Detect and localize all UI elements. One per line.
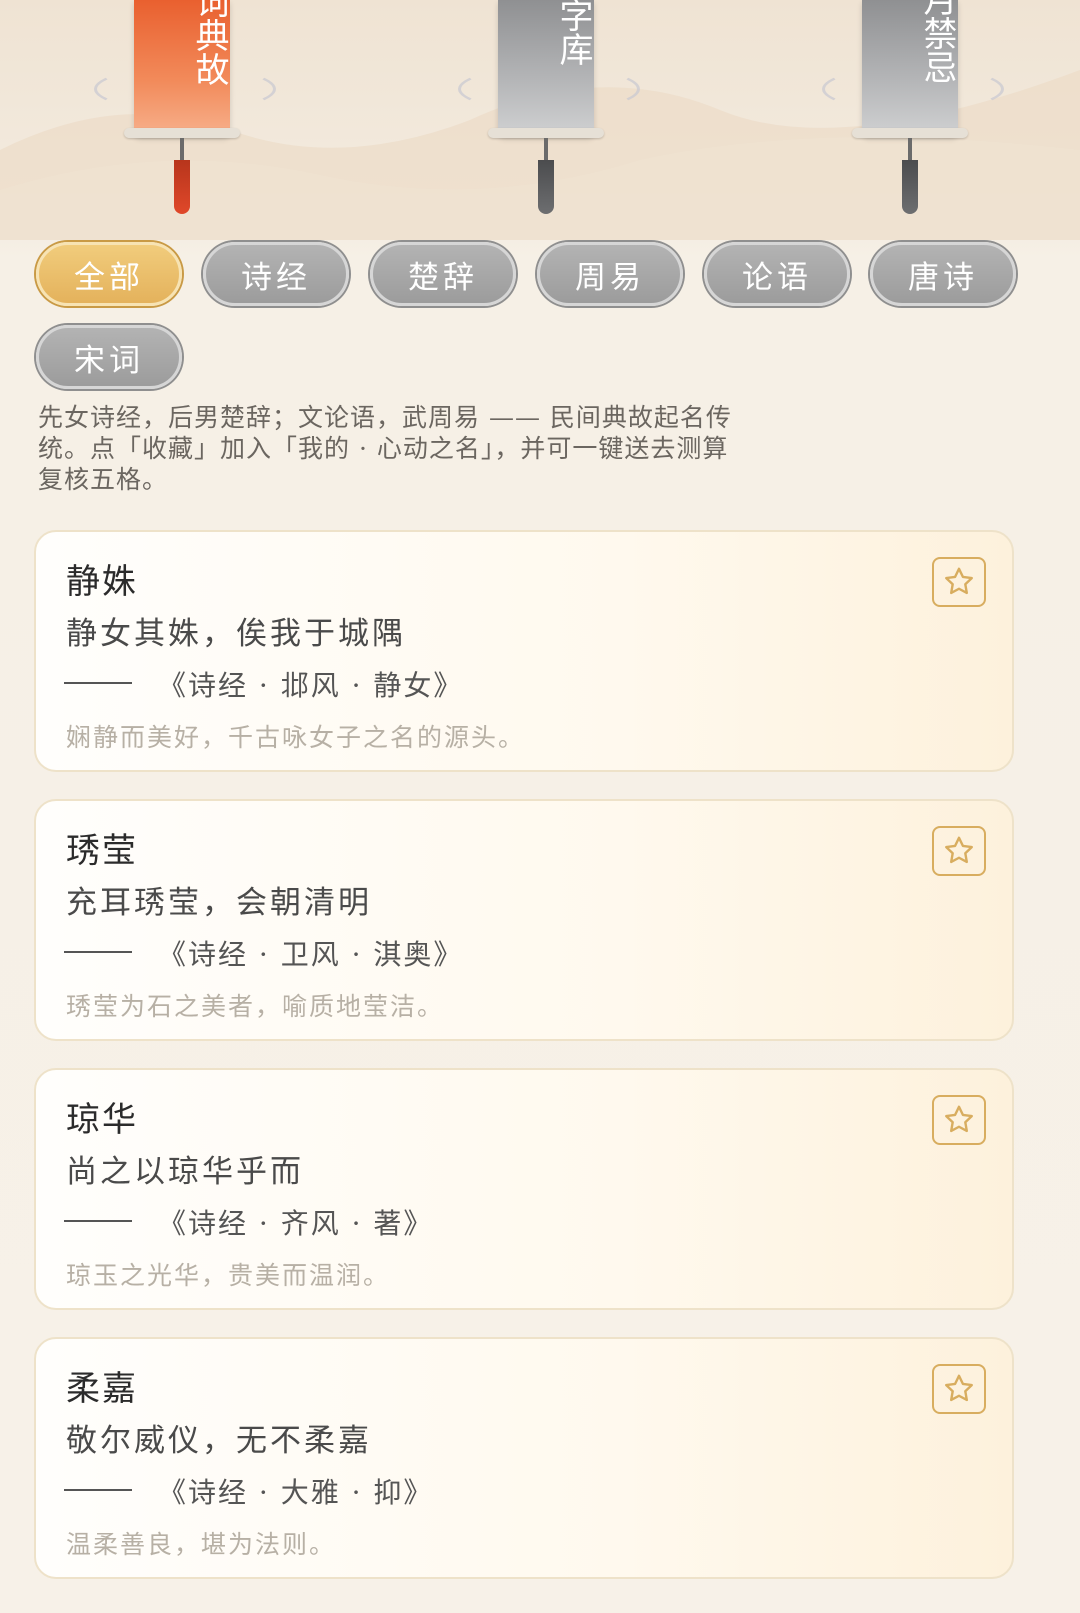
card-description: 琼玉之光华，贵美而温润。 [66,1261,391,1290]
card-name: 琇莹 [66,831,138,871]
card-description: 娴静而美好，千古咏女子之名的源头。 [66,723,526,752]
filter-chip-all[interactable]: 全部 [36,242,182,306]
favorite-button[interactable] [932,557,986,607]
name-card[interactable]: 静姝 静女其姝，俟我于城隅 《诗经 · 邶风 · 静女》 娴静而美好，千古咏女子… [34,530,1014,772]
card-description: 琇莹为石之美者，喻质地莹洁。 [66,992,445,1021]
card-verse: 充耳琇莹，会朝清明 [66,885,372,921]
filter-chip-chuci[interactable]: 楚辞 [370,242,516,306]
card-verse: 静女其姝，俟我于城隅 [66,616,406,652]
star-icon [945,1374,973,1402]
tassel-icon [538,160,554,214]
banner-label: 字库 [553,0,593,66]
intro-line: 统。点「收藏」加入「我的 · 心动之名」，并可一键送去测算 [38,434,729,463]
page: 词典故 字库 月禁忌 全部 诗经 楚辞 周易 论语 唐诗 宋词 先女诗经，后男楚… [0,0,1080,1613]
filter-chip-lunyu[interactable]: 论语 [704,242,850,306]
source-dash [64,951,132,953]
filter-chip-songci[interactable]: 宋词 [36,325,182,389]
scroll-roller [488,128,604,138]
tab-banner-allusion[interactable]: 词典故 [94,0,276,214]
filter-chip-zhouyi[interactable]: 周易 [537,242,683,306]
tab-banner-characters[interactable]: 字库 [458,0,640,214]
name-card[interactable]: 琼华 尚之以琼华乎而 《诗经 · 齐风 · 著》 琼玉之光华，贵美而温润。 [34,1068,1014,1310]
favorite-button[interactable] [932,1364,986,1414]
intro-line: 复核五格。 [38,465,169,494]
filter-chip-shijing[interactable]: 诗经 [203,242,349,306]
banner-label: 词典故 [189,0,229,86]
card-verse: 敬尔威仪，无不柔嘉 [66,1423,372,1459]
card-source: 《诗经 · 卫风 · 淇奥》 [158,938,464,971]
tassel-icon [902,160,918,214]
scroll-roller [852,128,968,138]
banner-label: 月禁忌 [917,0,957,84]
source-dash [64,1220,132,1222]
card-source: 《诗经 · 齐风 · 著》 [158,1207,434,1240]
favorite-button[interactable] [932,826,986,876]
name-card[interactable]: 琇莹 充耳琇莹，会朝清明 《诗经 · 卫风 · 淇奥》 琇莹为石之美者，喻质地莹… [34,799,1014,1041]
card-name: 柔嘉 [66,1369,138,1409]
star-icon [945,567,973,595]
filter-chip-tangshi[interactable]: 唐诗 [870,242,1016,306]
scroll-roller [124,128,240,138]
card-description: 温柔善良，堪为法则。 [66,1530,337,1559]
intro-text: 先女诗经，后男楚辞；文论语，武周易 —— 民间典故起名传 统。点「收藏」加入「我… [38,402,1018,495]
name-card[interactable]: 柔嘉 敬尔威仪，无不柔嘉 《诗经 · 大雅 · 抑》 温柔善良，堪为法则。 [34,1337,1014,1579]
card-source: 《诗经 · 邶风 · 静女》 [158,669,464,702]
card-name: 琼华 [66,1100,138,1140]
card-verse: 尚之以琼华乎而 [66,1154,304,1190]
card-name: 静姝 [66,562,138,602]
source-dash [64,682,132,684]
favorite-button[interactable] [932,1095,986,1145]
intro-line: 先女诗经，后男楚辞；文论语，武周易 —— 民间典故起名传 [38,403,732,432]
star-icon [945,1105,973,1133]
tassel-icon [174,160,190,214]
card-source: 《诗经 · 大雅 · 抑》 [158,1476,434,1509]
tab-banner-taboos[interactable]: 月禁忌 [822,0,1004,214]
star-icon [945,836,973,864]
source-dash [64,1489,132,1491]
